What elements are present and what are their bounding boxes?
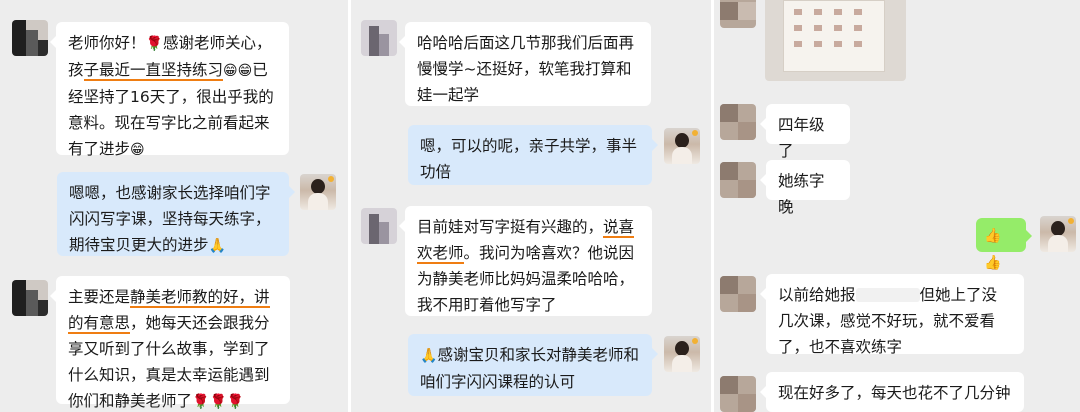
message-bubble[interactable]: 🙏感谢宝贝和家长对静美老师和咱们字闪闪课程的认可 bbox=[408, 334, 658, 396]
badge-icon bbox=[1068, 218, 1074, 224]
image-message[interactable] bbox=[765, 0, 906, 81]
message-bubble[interactable]: 主要还是静美老师教的好，讲的有意思，她每天还会跟我分享又听到了什么故事，学到了什… bbox=[50, 276, 290, 410]
message-bubble[interactable]: 老师你好！🌹感谢老师关心，孩子最近一直坚持练习😁😁已经坚持了16天了，很出乎我的… bbox=[50, 22, 289, 158]
message-bubble[interactable]: 目前娃对写字挺有兴趣的，说喜欢老师。我问为啥喜欢？他说因为静美老师比妈妈温柔哈哈… bbox=[399, 206, 652, 316]
badge-icon bbox=[328, 176, 334, 182]
message-text: 嗯，可以的呢，亲子共学，事半功倍 bbox=[420, 137, 638, 181]
pray-emoji: 🙏 bbox=[420, 348, 438, 364]
parent-avatar[interactable] bbox=[720, 104, 756, 140]
message-text: 目前娃对写字挺有兴趣的， bbox=[417, 218, 604, 236]
teacher-avatar[interactable] bbox=[1040, 216, 1076, 252]
teacher-avatar[interactable] bbox=[664, 128, 700, 164]
thumbs-up-emoji: 👍👍 bbox=[984, 228, 1002, 271]
worksheet-image bbox=[783, 0, 885, 72]
grin-emoji: 😁😁 bbox=[223, 63, 253, 79]
chat-panel-1: 老师你好！🌹感谢老师关心，孩子最近一直坚持练习😁😁已经坚持了16天了，很出乎我的… bbox=[0, 0, 348, 412]
message-text: 哈哈哈后面这几节那我们后面再慢慢学~还挺好，软笔我打算和娃一起学 bbox=[417, 34, 635, 104]
parent-avatar[interactable] bbox=[361, 208, 397, 244]
chat-panel-2: 哈哈哈后面这几节那我们后面再慢慢学~还挺好，软笔我打算和娃一起学 嗯，可以的呢，… bbox=[351, 0, 711, 412]
message-bubble[interactable]: 她练字晚 bbox=[760, 160, 850, 216]
parent-avatar[interactable] bbox=[720, 376, 756, 412]
rose-emoji: 🌹🌹🌹 bbox=[192, 394, 245, 410]
message-text: 现在好多了，每天也花不了几分钟 bbox=[778, 384, 1011, 402]
teacher-avatar[interactable] bbox=[664, 336, 700, 372]
message-text: 嗯嗯，也感谢家长选择咱们字闪闪写字课，坚持每天练字，期待宝贝更大的进步 bbox=[69, 184, 271, 254]
parent-avatar[interactable] bbox=[720, 276, 756, 312]
pray-emoji: 🙏 bbox=[208, 238, 226, 254]
message-bubble[interactable]: 现在好多了，每天也花不了几分钟 bbox=[760, 372, 1024, 412]
rose-emoji: 🌹 bbox=[145, 36, 163, 52]
message-bubble[interactable]: 以前给她报 但她上了没几次课，感觉不好玩，就不爱看了，也不喜欢练字 bbox=[760, 274, 1024, 356]
highlighted-text: 子最近一直坚持练习 bbox=[83, 61, 224, 81]
message-bubble[interactable]: 👍👍 bbox=[976, 218, 1032, 271]
parent-avatar[interactable] bbox=[720, 162, 756, 198]
message-text: 她练字晚 bbox=[778, 172, 825, 216]
message-bubble[interactable]: 四年级了 bbox=[760, 104, 850, 160]
message-text: 感谢宝贝和家长对静美老师和咱们字闪闪课程的认可 bbox=[420, 346, 639, 391]
message-bubble[interactable]: 嗯，可以的呢，亲子共学，事半功倍 bbox=[408, 125, 658, 185]
badge-icon bbox=[692, 338, 698, 344]
grin-emoji: 😁 bbox=[130, 142, 145, 158]
message-text: 以前给她报 bbox=[778, 286, 856, 304]
message-text: 四年级了 bbox=[778, 116, 825, 160]
message-bubble[interactable]: 嗯嗯，也感谢家长选择咱们字闪闪写字课，坚持每天练字，期待宝贝更大的进步🙏 bbox=[57, 172, 295, 256]
parent-avatar[interactable] bbox=[361, 20, 397, 56]
message-text: 主要还是 bbox=[68, 288, 131, 306]
message-bubble[interactable]: 哈哈哈后面这几节那我们后面再慢慢学~还挺好，软笔我打算和娃一起学 bbox=[399, 22, 651, 106]
redacted-text bbox=[855, 288, 920, 302]
parent-avatar[interactable] bbox=[12, 280, 48, 316]
message-text: 老师你好！ bbox=[68, 34, 146, 52]
badge-icon bbox=[692, 130, 698, 136]
parent-avatar[interactable] bbox=[720, 0, 756, 28]
chat-panel-3: 四年级了 她练字晚 👍👍 以前给她报 但她上了没几次课，感觉不好玩，就不爱看了，也… bbox=[714, 0, 1080, 412]
teacher-avatar[interactable] bbox=[300, 174, 336, 210]
parent-avatar[interactable] bbox=[12, 20, 48, 56]
